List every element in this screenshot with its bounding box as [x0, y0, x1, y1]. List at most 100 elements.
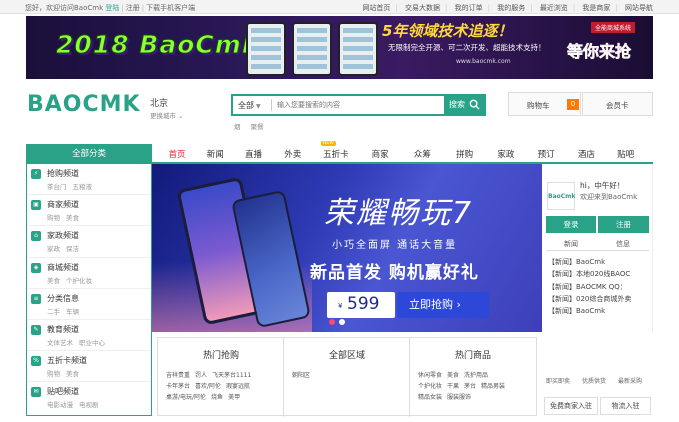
subcategory-link[interactable]: 购物 — [47, 214, 60, 222]
hot-deals-module: 热门抢购 吉祥贵重 罚人 飞天茅台1111 卡年茅台 喜欢/阿伦 瑕宴远航 桌游/电玩/… — [158, 338, 284, 417]
news-item[interactable]: 【新闻】BAOCMK QQ： — [548, 282, 631, 294]
tab-news[interactable]: 新闻 — [564, 239, 578, 249]
module-link[interactable]: 精品男装 — [481, 383, 505, 390]
nav-crowdfunding[interactable]: 众筹 — [402, 148, 442, 160]
subcategory-link[interactable]: 购物 — [47, 370, 60, 378]
nav-takeout[interactable]: 外卖 — [274, 148, 312, 160]
cart-button[interactable]: 购物车 0 — [508, 92, 581, 116]
category-item[interactable]: % 五折卡频道 购物 美食 — [27, 351, 151, 383]
subcategory-link[interactable]: 电视剧 — [79, 401, 99, 409]
subcategory-link[interactable]: 车辆 — [66, 308, 79, 316]
subcategory-link[interactable]: 美食 — [66, 214, 79, 222]
subcategory-link[interactable]: 美食 — [47, 277, 60, 285]
nav-group-buy[interactable]: 拼购 — [445, 148, 485, 160]
home-link[interactable]: 网站首页 — [362, 4, 390, 12]
category-item[interactable]: ⚡ 抢购频道 茶台门 五粮液 — [27, 164, 151, 196]
subcategory-link[interactable]: 保洁 — [66, 245, 79, 253]
register-button[interactable]: 注册 — [598, 216, 649, 233]
subcategory-link[interactable]: 二手 — [47, 308, 60, 316]
login-link[interactable]: 登陆 — [105, 4, 119, 12]
hotword-link[interactable]: 烟 — [234, 123, 241, 131]
nav-merchants[interactable]: 商家 — [360, 148, 400, 160]
site-nav-link[interactable]: 网站导航 — [625, 4, 653, 12]
search-icon — [469, 99, 480, 110]
module-link[interactable]: 烧鱼 — [211, 394, 223, 401]
nav-home[interactable]: 首页 — [159, 148, 195, 160]
switch-city-link[interactable]: 更换城市 ⌄ — [150, 110, 184, 120]
module-link[interactable]: 精品女装 — [418, 394, 442, 401]
hotword-link[interactable]: 聚餐 — [251, 123, 264, 131]
category-name: 商城频道 — [47, 262, 79, 272]
site-logo[interactable]: BAOCMK — [27, 92, 141, 117]
module-link[interactable]: 美食 — [447, 372, 459, 379]
module-link[interactable]: 飞天茅台1111 — [212, 372, 251, 379]
buy-now-button[interactable]: 立即抢购 › — [397, 292, 489, 318]
module-link[interactable]: 桌游/电玩/阿伦 — [166, 394, 206, 401]
hero-carousel[interactable]: 荣耀畅玩7 小巧全面屏 通话大音量 新品首发 购机赢好礼 ¥ 599 立即抢购 … — [152, 164, 542, 332]
module-link[interactable]: 洗护用品 — [464, 372, 488, 379]
subcategory-link[interactable]: 美食 — [66, 370, 79, 378]
news-item[interactable]: 【新闻】本地020线BAOC — [548, 269, 631, 281]
logistics-join-button[interactable]: 物流入驻 — [600, 397, 651, 415]
search-button[interactable]: 搜索 — [444, 96, 484, 114]
subcategory-link[interactable]: 五粮液 — [73, 183, 93, 191]
recent-views-link[interactable]: 最近浏览 — [540, 4, 568, 12]
module-link[interactable]: 干果 — [447, 383, 459, 390]
nav-booking[interactable]: 预订 — [527, 148, 565, 160]
service-link[interactable]: 即买即卖 — [546, 376, 570, 385]
news-item[interactable]: 【新闻】020综合商城外卖 — [548, 294, 631, 306]
module-link[interactable]: 美甲 — [228, 394, 240, 401]
merchant-link[interactable]: 我是商家 — [582, 4, 610, 12]
module-link[interactable]: 个护化妆 — [418, 383, 442, 390]
module-link[interactable]: 休闲零食 — [418, 372, 442, 379]
subcategory-link[interactable]: 文体艺术 — [47, 339, 73, 347]
login-button[interactable]: 登录 — [546, 216, 596, 233]
module-link[interactable]: 卡年茅台 — [166, 383, 190, 390]
my-orders-link[interactable]: 我的订单 — [455, 4, 483, 12]
carousel-dot[interactable] — [339, 319, 345, 325]
category-item[interactable]: ⌂ 家政频道 家政 保洁 — [27, 226, 151, 258]
category-item[interactable]: ≡ 分类信息 二手 车辆 — [27, 289, 151, 320]
search-input[interactable] — [277, 98, 427, 112]
subcategory-link[interactable]: 家政 — [47, 245, 60, 253]
nav-news[interactable]: 新闻 — [197, 148, 233, 160]
top-ad-banner[interactable]: 2018 BaoCmk 5年领域技术追逐！ 无限制完全开源、可二次开发、超能技术… — [26, 16, 653, 79]
education-icon: ✎ — [31, 324, 41, 335]
category-item[interactable]: ◈ 商城频道 美食 个护化妆 — [27, 258, 151, 289]
nav-forum[interactable]: 贴吧 — [608, 148, 644, 160]
download-app-link[interactable]: 下载手机客户端 — [146, 4, 195, 12]
subcategory-link[interactable]: 个护化妆 — [66, 277, 92, 285]
search-category-select[interactable]: 全部 ▼ — [238, 100, 261, 111]
top-bar: 您好，欢迎访问BaoCmk 登陆 | 注册 | 下载手机客户端 网站首页 | 交易大数据 |… — [0, 0, 679, 14]
module-link[interactable]: 服装服饰 — [447, 394, 471, 401]
subcategory-link[interactable]: 职业中心 — [79, 339, 105, 347]
tab-info[interactable]: 信息 — [616, 239, 630, 249]
subcategory-link[interactable]: 茶台门 — [47, 183, 67, 191]
merchant-join-button[interactable]: 免费商家入驻 — [544, 397, 598, 415]
module-link[interactable]: 瑕宴远航 — [226, 383, 250, 390]
all-categories-button[interactable]: 全部分类 — [26, 144, 152, 164]
news-item[interactable]: 【新闻】BaoCmk — [548, 257, 631, 269]
my-services-link[interactable]: 我的服务 — [497, 4, 525, 12]
category-sidebar: ⚡ 抢购频道 茶台门 五粮液 ▣ 商家频道 购物 美食 ⌂ 家政频道 家政 保洁 ◈ … — [26, 164, 152, 416]
trade-data-link[interactable]: 交易大数据 — [405, 4, 440, 12]
service-link[interactable]: 最新采购 — [618, 376, 642, 385]
member-card-button[interactable]: 会员卡 — [582, 92, 653, 116]
news-item[interactable]: 【新闻】BaoCmk — [548, 306, 631, 318]
category-item[interactable]: ✎ 教育频道 文体艺术 职业中心 — [27, 320, 151, 352]
module-link[interactable]: 茅台 — [464, 383, 476, 390]
module-link[interactable]: 吉祥贵重 — [166, 372, 190, 379]
category-item[interactable]: ✉ 贴吧频道 电影动漫 电视剧 — [27, 382, 151, 413]
nav-discount-card[interactable]: 五折卡 — [314, 148, 358, 160]
register-link[interactable]: 注册 — [126, 4, 140, 12]
subcategory-link[interactable]: 电影动漫 — [47, 401, 73, 409]
category-item[interactable]: ▣ 商家频道 购物 美食 — [27, 195, 151, 227]
nav-housekeeping[interactable]: 家政 — [487, 148, 525, 160]
module-link[interactable]: 喜欢/阿伦 — [195, 383, 221, 390]
nav-hotel[interactable]: 酒店 — [567, 148, 605, 160]
carousel-dot[interactable] — [329, 319, 335, 325]
nav-live[interactable]: 直播 — [235, 148, 271, 160]
module-link[interactable]: 罚人 — [195, 372, 207, 379]
module-link[interactable]: 朝阳区 — [292, 372, 310, 379]
service-link[interactable]: 优质供货 — [582, 376, 606, 385]
